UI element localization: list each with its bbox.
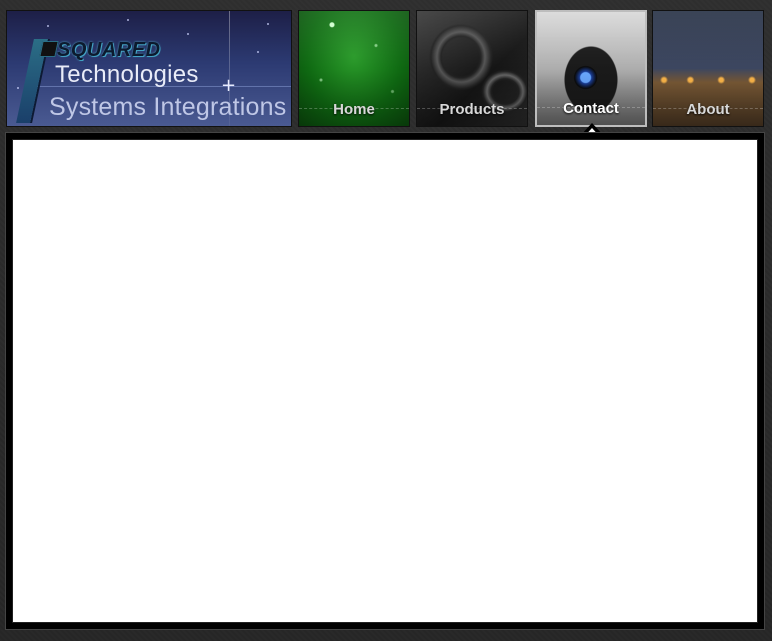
logo-star xyxy=(17,87,19,89)
nav-label-home: Home xyxy=(333,101,375,118)
site-header: + SQUARED Technologies Systems Integrati… xyxy=(0,0,772,138)
logo-star xyxy=(47,25,49,27)
nav-tile-contact[interactable]: Contact xyxy=(535,10,647,127)
logo-i-dot xyxy=(39,41,59,57)
content-panel xyxy=(6,133,764,629)
nav-tile-home[interactable]: Home xyxy=(298,10,410,127)
nav-tile-products[interactable]: Products xyxy=(416,10,528,127)
nav-label-products: Products xyxy=(439,101,505,118)
logo-line-technologies: Technologies xyxy=(55,61,199,88)
logo-line-systems: Systems Integrations xyxy=(49,93,287,121)
logo-star xyxy=(257,51,259,53)
nav-label-about: About xyxy=(686,101,730,118)
logo-star xyxy=(267,23,269,25)
nav-tile-about[interactable]: About xyxy=(652,10,764,127)
site-logo[interactable]: + SQUARED Technologies Systems Integrati… xyxy=(6,10,292,127)
logo-star xyxy=(127,19,129,21)
logo-star xyxy=(187,33,189,35)
content-area xyxy=(12,139,758,623)
logo-brand: SQUARED xyxy=(57,39,161,61)
nav-label-contact: Contact xyxy=(563,100,619,117)
